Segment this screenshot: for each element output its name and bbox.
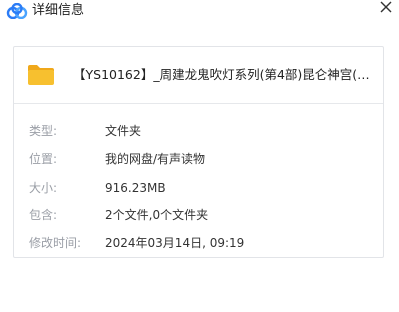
- property-label: 修改时间:: [29, 236, 82, 250]
- property-value: 2024年03月14日, 09:19: [105, 236, 245, 250]
- property-value: 2个文件,0个文件夹: [105, 208, 209, 222]
- file-header: 【YS10162】_周建龙鬼吹灯系列(第4部)昆仑神宫(全42...: [14, 47, 383, 104]
- property-row-size: 大小: 916.23MB: [14, 178, 383, 198]
- property-value: 我的网盘/有声读物: [105, 152, 206, 166]
- property-label: 类型:: [29, 124, 58, 138]
- folder-icon: [28, 65, 54, 85]
- property-value: 916.23MB: [105, 181, 166, 195]
- property-label: 包含:: [29, 208, 58, 222]
- file-name: 【YS10162】_周建龙鬼吹灯系列(第4部)昆仑神宫(全42...: [73, 67, 378, 82]
- details-panel: 【YS10162】_周建龙鬼吹灯系列(第4部)昆仑神宫(全42... 类型: 文…: [13, 46, 384, 258]
- title-bar: 详细信息: [0, 0, 399, 26]
- property-value: 文件夹: [105, 124, 142, 138]
- property-label: 大小:: [29, 181, 58, 195]
- property-row-type: 类型: 文件夹: [14, 121, 383, 141]
- property-label: 位置:: [29, 152, 58, 166]
- baidu-netdisk-cloud-icon: [6, 3, 28, 19]
- property-row-contains: 包含: 2个文件,0个文件夹: [14, 205, 383, 225]
- close-icon[interactable]: [377, 0, 395, 16]
- property-row-location: 位置: 我的网盘/有声读物: [14, 149, 383, 169]
- window-title: 详细信息: [32, 3, 85, 18]
- property-row-modified-time: 修改时间: 2024年03月14日, 09:19: [14, 233, 383, 253]
